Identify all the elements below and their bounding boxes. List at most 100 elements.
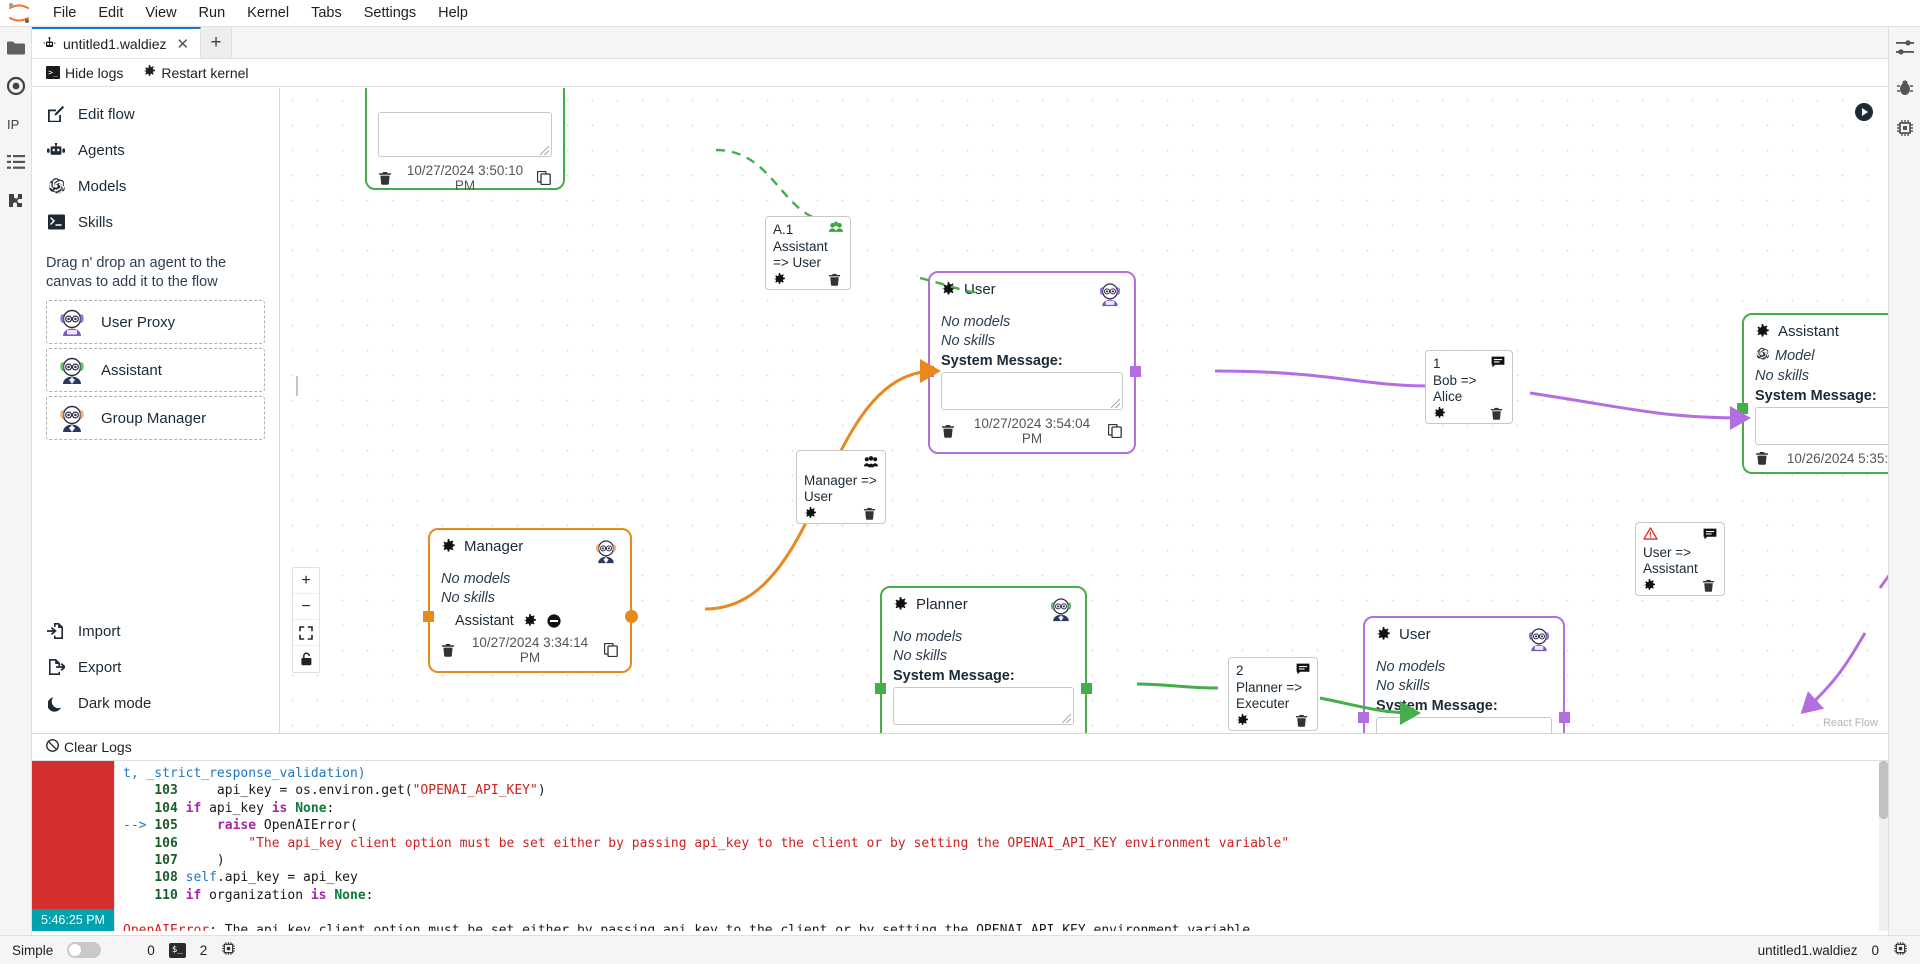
delete-icon[interactable]	[1702, 579, 1717, 592]
edge-label-bob-alice[interactable]: 1 Bob => Alice	[1425, 350, 1513, 424]
running-kernels-icon[interactable]	[5, 75, 27, 97]
system-message-input[interactable]	[893, 687, 1074, 725]
source-handle[interactable]	[1559, 712, 1570, 723]
tab-untitled1-waldiez[interactable]: untitled1.waldiez ✕	[32, 27, 201, 58]
dark-mode-toggle[interactable]: Dark mode	[32, 685, 279, 721]
gear-icon[interactable]	[441, 539, 456, 554]
terminal-icon[interactable]: $_	[169, 943, 186, 958]
sidebar-resize-handle[interactable]	[296, 376, 298, 396]
delete-icon[interactable]	[863, 507, 878, 520]
node-title-label: Assistant	[1778, 323, 1839, 340]
gear-icon[interactable]	[1376, 627, 1391, 642]
delete-icon[interactable]	[441, 643, 456, 658]
system-message-label: System Message:	[1755, 388, 1888, 404]
copy-icon[interactable]	[604, 643, 619, 658]
menu-run[interactable]: Run	[188, 2, 237, 24]
menu-kernel[interactable]: Kernel	[236, 2, 300, 24]
gear-icon[interactable]	[804, 507, 819, 520]
property-inspector-icon[interactable]	[1894, 37, 1916, 59]
debugger-icon[interactable]	[1894, 77, 1916, 99]
draggable-agent-group-manager[interactable]: Group Manager	[46, 396, 265, 440]
menu-help[interactable]: Help	[427, 2, 479, 24]
target-handle[interactable]	[875, 683, 886, 694]
remove-icon[interactable]	[547, 614, 562, 629]
node-user-2[interactable]: User	[1363, 616, 1565, 733]
zoom-out-button[interactable]: −	[293, 594, 319, 620]
source-handle[interactable]	[1130, 366, 1141, 377]
gear-icon[interactable]	[1755, 324, 1770, 339]
gear-icon[interactable]	[1236, 714, 1251, 727]
node-assistant[interactable]: Assistant Model No skills System Message…	[1742, 313, 1888, 474]
file-browser-icon[interactable]	[5, 37, 27, 59]
close-icon[interactable]: ✕	[174, 35, 193, 53]
edge-label-planner-executer[interactable]: 2 Planner => Executer	[1228, 657, 1318, 731]
draggable-agent-user-proxy[interactable]: User Proxy	[46, 300, 265, 344]
clear-logs-button[interactable]: Clear Logs	[32, 734, 1888, 761]
restart-kernel-button[interactable]: Restart kernel	[143, 65, 248, 81]
menu-view[interactable]: View	[134, 2, 187, 24]
source-handle[interactable]	[1081, 683, 1092, 694]
logs-scrollbar[interactable]	[1879, 761, 1888, 931]
gear-icon[interactable]	[773, 273, 788, 286]
chip-icon[interactable]	[1893, 941, 1908, 959]
menu-file[interactable]: File	[42, 2, 87, 24]
sidebar-item-models[interactable]: Models	[32, 168, 279, 204]
play-button-icon[interactable]	[1854, 102, 1874, 122]
edge-label-user-assistant[interactable]: User => Assistant	[1635, 522, 1725, 596]
system-message-input[interactable]	[1376, 717, 1552, 733]
delete-icon[interactable]	[1295, 714, 1310, 727]
extension-manager-icon[interactable]	[5, 189, 27, 211]
dark-mode-label: Dark mode	[78, 695, 151, 712]
target-handle[interactable]	[923, 366, 934, 377]
menu-settings[interactable]: Settings	[353, 2, 427, 24]
delete-icon[interactable]	[941, 424, 956, 439]
delete-icon[interactable]	[1490, 407, 1505, 420]
edge-label-manager-user[interactable]: Manager => User	[796, 450, 886, 524]
menu-tabs[interactable]: Tabs	[300, 2, 353, 24]
copy-icon[interactable]	[1108, 424, 1123, 439]
copy-icon[interactable]	[537, 171, 552, 186]
gear-icon[interactable]	[523, 614, 538, 629]
system-message-input[interactable]	[941, 372, 1123, 410]
source-handle[interactable]	[625, 610, 638, 623]
gear-icon[interactable]	[1433, 407, 1448, 420]
table-of-contents-icon[interactable]	[5, 151, 27, 173]
hide-logs-button[interactable]: >_ Hide logs	[46, 65, 123, 81]
delete-icon[interactable]	[1755, 451, 1770, 466]
react-flow-attribution[interactable]: React Flow	[1823, 717, 1878, 729]
node-manager[interactable]: Manager	[428, 528, 632, 673]
menu-edit[interactable]: Edit	[87, 2, 134, 24]
draggable-agent-assistant[interactable]: Assistant	[46, 348, 265, 392]
sidebar-item-skills[interactable]: Skills	[32, 204, 279, 240]
edge-label-a1[interactable]: A.1 Assistant => User	[765, 216, 851, 290]
tab-bar: untitled1.waldiez ✕ +	[32, 27, 1888, 59]
new-tab-button[interactable]: +	[201, 27, 232, 58]
ip-extension-icon[interactable]: IP	[5, 113, 27, 135]
export-button[interactable]: Export	[32, 649, 279, 685]
node-partial-top[interactable]: 10/27/2024 3:50:10 PM	[365, 88, 565, 190]
lock-button[interactable]	[293, 646, 319, 672]
target-handle[interactable]	[1358, 712, 1369, 723]
import-button[interactable]: Import	[32, 613, 279, 649]
chip-icon[interactable]	[221, 941, 236, 959]
system-message-input[interactable]	[1755, 407, 1888, 445]
target-handle[interactable]	[1737, 403, 1748, 414]
gear-icon[interactable]	[893, 597, 908, 612]
sidebar-item-agents[interactable]: Agents	[32, 132, 279, 168]
zoom-in-button[interactable]: +	[293, 568, 319, 594]
kernel-icon[interactable]	[1894, 117, 1916, 139]
fit-view-button[interactable]	[293, 620, 319, 646]
child-agent-label: Assistant	[455, 613, 514, 629]
node-user-1[interactable]: User	[928, 271, 1136, 454]
delete-icon[interactable]	[378, 171, 393, 186]
gear-icon[interactable]	[941, 282, 956, 297]
sidebar-item-edit-flow[interactable]: Edit flow	[32, 96, 279, 132]
gear-icon[interactable]	[1643, 579, 1658, 592]
node-planner[interactable]: Planner	[880, 586, 1087, 733]
terminal-icon	[46, 212, 66, 232]
system-message-input[interactable]	[378, 112, 552, 157]
target-handle[interactable]	[423, 611, 434, 622]
react-flow-canvas[interactable]: 10/27/2024 3:50:10 PM User	[280, 88, 1888, 733]
delete-icon[interactable]	[828, 273, 843, 286]
mode-toggle[interactable]	[67, 942, 101, 958]
